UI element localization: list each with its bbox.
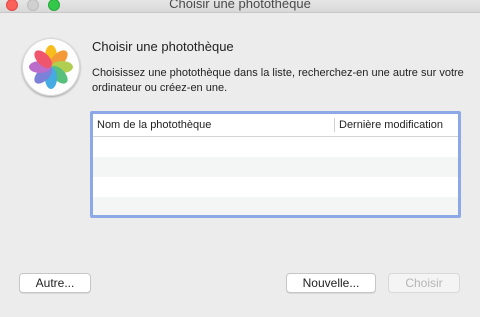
list-row [93, 177, 458, 197]
library-chooser-window: Choisir une photothèque Choisir une phot… [0, 0, 480, 317]
photos-app-icon [22, 38, 80, 96]
dialog-heading: Choisir une photothèque [92, 39, 234, 54]
choose-button[interactable]: Choisir [388, 273, 460, 293]
dialog-description: Choisissez une photothèque dans la liste… [92, 67, 464, 94]
column-separator[interactable] [334, 118, 335, 132]
title-bar: Choisir une photothèque [0, 0, 480, 13]
photos-flower-icon [29, 45, 73, 89]
other-button[interactable]: Autre... [19, 273, 91, 293]
column-header-name[interactable]: Nom de la photothèque [97, 119, 211, 131]
window-title: Choisir une photothèque [169, 0, 311, 11]
list-row [93, 137, 458, 157]
list-header: Nom de la photothèque Dernière modificat… [93, 114, 458, 137]
new-library-button[interactable]: Nouvelle... [286, 273, 376, 293]
list-row [93, 197, 458, 215]
column-header-modified[interactable]: Dernière modification [339, 119, 443, 131]
list-row [93, 157, 458, 177]
library-list[interactable]: Nom de la photothèque Dernière modificat… [90, 111, 461, 218]
